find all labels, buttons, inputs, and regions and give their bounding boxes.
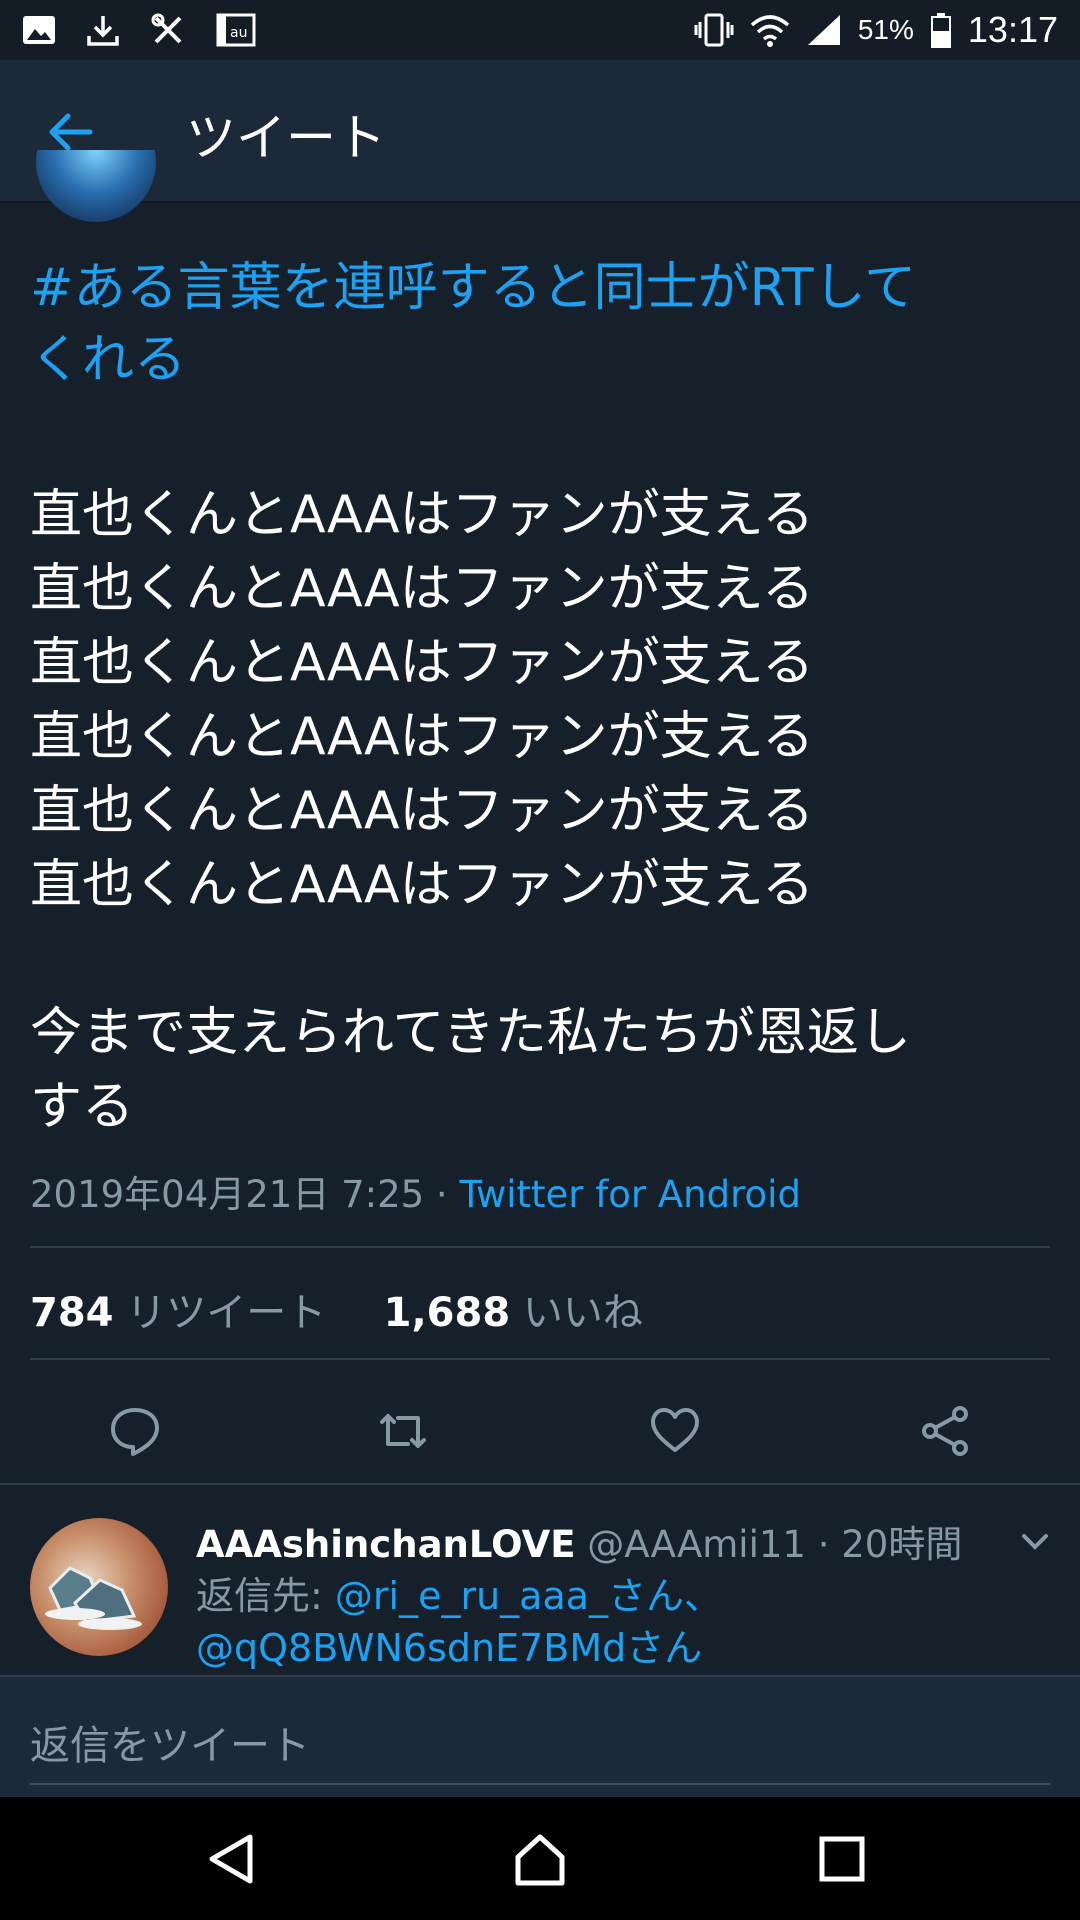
vibrate-icon (694, 13, 734, 47)
status-bar: au 51% 13:17 (0, 0, 1080, 60)
page-title: ツイート (186, 109, 386, 167)
top-app-bar: ツイート (0, 60, 1080, 203)
battery-icon (930, 13, 951, 48)
tweet-body: #ある言葉を連呼すると同士がRTして くれる 直也くんとAAAはファンが支える … (30, 252, 1040, 1144)
reply-to-label: 返信先: (196, 1574, 335, 1618)
tweet-line: 直也くんとAAAはファンが支える (30, 485, 815, 545)
nav-back-icon[interactable] (202, 1829, 262, 1889)
input-underline (30, 1783, 1050, 1785)
tweet-line: 直也くんとAAAはファンが支える (30, 707, 815, 767)
tweet-source-link[interactable]: Twitter for Android (459, 1173, 800, 1216)
reply-author-name[interactable]: AAAshinchanLOVE (196, 1523, 576, 1566)
battery-percent: 51% (857, 14, 914, 45)
like-heart-icon[interactable] (648, 1404, 702, 1458)
mention-link[interactable]: @ri_e_ru_aaa_さん、 (335, 1574, 722, 1618)
share-icon[interactable] (918, 1404, 972, 1458)
reply-header: AAAshinchanLOVE @AAAmii11 · 20時間 (196, 1514, 962, 1568)
download-icon (87, 16, 119, 46)
tweet-line: 直也くんとAAAはファンが支える (30, 781, 815, 841)
retweet-label[interactable]: リツイート (114, 1290, 326, 1336)
author-avatar[interactable] (36, 150, 156, 222)
nav-home-icon[interactable] (510, 1829, 570, 1889)
divider (30, 1246, 1050, 1248)
svg-text:au: au (230, 25, 247, 41)
clock: 13:17 (967, 9, 1058, 50)
tweet-action-bar (0, 1380, 1080, 1480)
section-divider (0, 1483, 1080, 1485)
like-label[interactable]: いいね (510, 1290, 643, 1336)
reply-input[interactable]: 返信をツイート (30, 1713, 310, 1771)
tools-icon (151, 13, 182, 44)
divider (30, 1358, 1050, 1360)
nav-recents-icon[interactable] (812, 1829, 872, 1889)
chevron-down-icon[interactable] (1018, 1524, 1052, 1558)
tweet-line: 直也くんとAAAはファンが支える (30, 855, 815, 915)
tweet-stats: 784 リツイート 1,688 いいね (30, 1280, 643, 1338)
image-icon (23, 16, 55, 44)
tweet-line: 今まで支えられてきた私たちが恩返し (30, 1003, 911, 1063)
tweet-timestamp: 2019年04月21日 7:25 · (30, 1173, 460, 1216)
au-icon: au (216, 13, 256, 47)
reply-handle-time: @AAAmii11 · 20時間 (575, 1523, 963, 1566)
reply-avatar[interactable] (30, 1518, 168, 1656)
sneakers-image (45, 1566, 142, 1630)
tweet-line: する (30, 1077, 135, 1137)
system-nav-bar (0, 1797, 1080, 1920)
wifi-icon (750, 15, 790, 47)
mention-link[interactable]: @qQ8BWN6sdnE7BMdさん (196, 1626, 702, 1670)
reply-to: 返信先: @ri_e_ru_aaa_さん、 @qQ8BWN6sdnE7BMdさん (196, 1570, 722, 1674)
retweet-icon[interactable] (376, 1404, 430, 1458)
reply-composer[interactable]: 返信をツイート (0, 1675, 1080, 1799)
reply-icon[interactable] (108, 1404, 162, 1458)
signal-icon (807, 15, 840, 45)
tweet-line: 直也くんとAAAはファンが支える (30, 559, 815, 619)
like-count[interactable]: 1,688 (384, 1290, 511, 1336)
hashtag-link[interactable]: #ある言葉を連呼すると同士がRTして くれる (30, 252, 1040, 396)
tweet-line: 直也くんとAAAはファンが支える (30, 633, 815, 693)
tweet-meta: 2019年04月21日 7:25 · Twitter for Android (30, 1164, 801, 1218)
retweet-count[interactable]: 784 (30, 1290, 114, 1336)
